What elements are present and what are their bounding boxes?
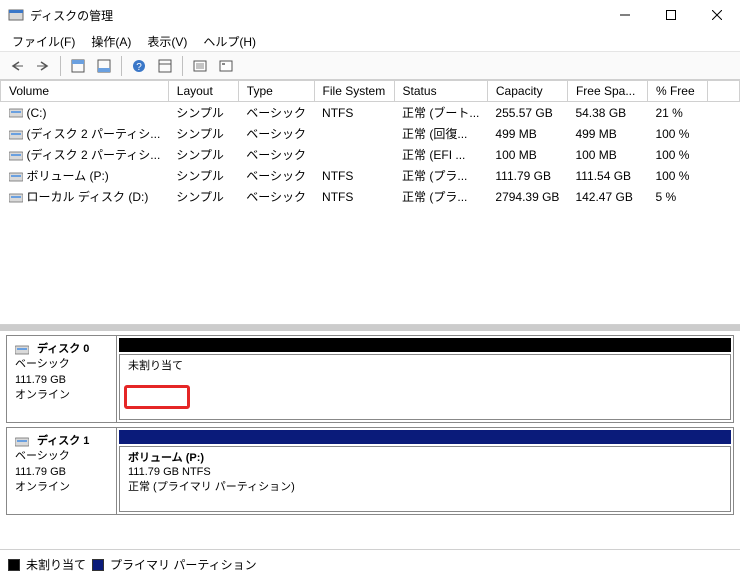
- table-row[interactable]: (ディスク 2 パーティシ...シンプルベーシック正常 (回復...499 MB…: [1, 123, 740, 144]
- menu-view[interactable]: 表示(V): [139, 32, 195, 49]
- menu-help[interactable]: ヘルプ(H): [195, 32, 264, 49]
- disk-label: ディスク 1ベーシック111.79 GBオンライン: [7, 428, 117, 514]
- partition-box[interactable]: ボリューム (P:)111.79 GB NTFS正常 (プライマリ パーティショ…: [119, 446, 731, 512]
- disk-graphic: ボリューム (P:)111.79 GB NTFS正常 (プライマリ パーティショ…: [117, 428, 733, 514]
- table-row[interactable]: (ディスク 2 パーティシ...シンプルベーシック正常 (EFI ...100 …: [1, 144, 740, 165]
- volume-table: Volume Layout Type File System Status Ca…: [0, 80, 740, 207]
- volume-icon: [9, 192, 23, 204]
- table-row[interactable]: (C:)シンプルベーシックNTFS正常 (ブート...255.57 GB54.3…: [1, 102, 740, 124]
- disk-type: ベーシック: [15, 449, 108, 464]
- volume-icon: [9, 150, 23, 162]
- legend-unalloc-swatch: [8, 559, 20, 571]
- volume-icon: [9, 171, 23, 183]
- disk-status: オンライン: [15, 388, 108, 403]
- menu-bar: ファイル(F) 操作(A) 表示(V) ヘルプ(H): [0, 30, 740, 52]
- disk-area: ディスク 0ベーシック111.79 GBオンライン未割り当てディスク 1ベーシッ…: [0, 335, 740, 515]
- properties-button[interactable]: [189, 55, 211, 77]
- view-bottom-button[interactable]: [93, 55, 115, 77]
- disk-graphic: 未割り当て: [117, 336, 733, 422]
- window-title: ディスクの管理: [30, 7, 602, 24]
- refresh-button[interactable]: [154, 55, 176, 77]
- disk-panel[interactable]: ディスク 1ベーシック111.79 GBオンラインボリューム (P:)111.7…: [6, 427, 734, 515]
- disk-label: ディスク 0ベーシック111.79 GBオンライン: [7, 336, 117, 422]
- back-button[interactable]: [6, 55, 28, 77]
- col-fs[interactable]: File System: [314, 81, 394, 102]
- volume-icon: [9, 107, 23, 119]
- app-icon: [8, 7, 24, 23]
- svg-text:?: ?: [136, 62, 142, 73]
- table-row[interactable]: ボリューム (P:)シンプルベーシックNTFS正常 (プラ...111.79 G…: [1, 165, 740, 186]
- help-button[interactable]: ?: [128, 55, 150, 77]
- disk-type: ベーシック: [15, 357, 108, 372]
- legend: 未割り当て プライマリ パーティション: [0, 549, 740, 579]
- disk-size: 111.79 GB: [15, 373, 108, 388]
- forward-button[interactable]: [32, 55, 54, 77]
- col-type[interactable]: Type: [238, 81, 314, 102]
- disk-size: 111.79 GB: [15, 465, 108, 480]
- title-bar: ディスクの管理: [0, 0, 740, 30]
- disk-name: ディスク 1: [15, 434, 108, 449]
- view-top-button[interactable]: [67, 55, 89, 77]
- close-button[interactable]: [694, 0, 740, 30]
- col-volume[interactable]: Volume: [1, 81, 169, 102]
- disk-band: [119, 338, 731, 352]
- partition-box[interactable]: 未割り当て: [119, 354, 731, 420]
- col-spacer: [707, 81, 739, 102]
- volume-table-wrap[interactable]: Volume Layout Type File System Status Ca…: [0, 80, 740, 325]
- legend-primary-label: プライマリ パーティション: [110, 556, 257, 573]
- legend-primary-swatch: [92, 559, 104, 571]
- col-pct[interactable]: % Free: [647, 81, 707, 102]
- menu-file[interactable]: ファイル(F): [4, 32, 83, 49]
- maximize-button[interactable]: [648, 0, 694, 30]
- volume-icon: [9, 129, 23, 141]
- disk-band: [119, 430, 731, 444]
- col-status[interactable]: Status: [394, 81, 487, 102]
- pane-separator[interactable]: [0, 325, 740, 331]
- col-layout[interactable]: Layout: [168, 81, 238, 102]
- table-row[interactable]: ローカル ディスク (D:)シンプルベーシックNTFS正常 (プラ...2794…: [1, 186, 740, 207]
- disk-panel[interactable]: ディスク 0ベーシック111.79 GBオンライン未割り当て: [6, 335, 734, 423]
- disk-status: オンライン: [15, 480, 108, 495]
- legend-unalloc-label: 未割り当て: [26, 556, 86, 573]
- disk-name: ディスク 0: [15, 342, 108, 357]
- toolbar: ?: [0, 52, 740, 80]
- col-free[interactable]: Free Spa...: [567, 81, 647, 102]
- menu-action[interactable]: 操作(A): [83, 32, 139, 49]
- minimize-button[interactable]: [602, 0, 648, 30]
- settings-button[interactable]: [215, 55, 237, 77]
- col-capacity[interactable]: Capacity: [487, 81, 567, 102]
